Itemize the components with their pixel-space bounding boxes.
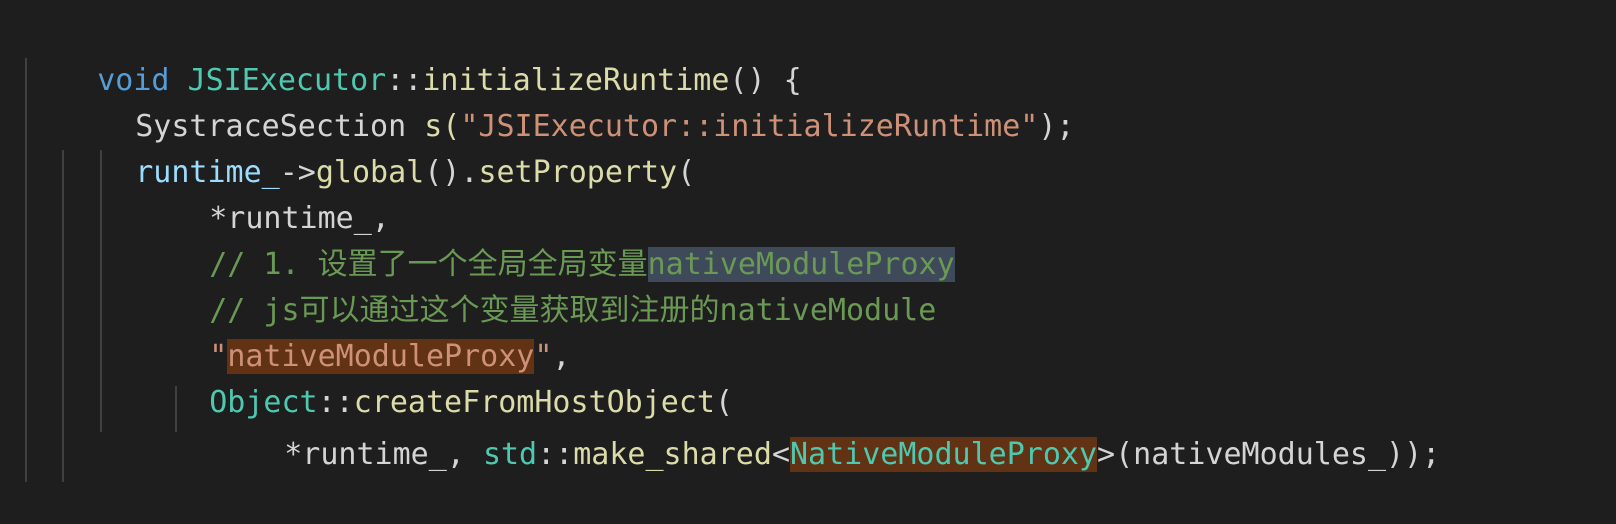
code-line-4[interactable]: *runtime_, [137,150,390,236]
scope-operator: :: [537,437,574,472]
code-line-9[interactable]: *runtime_, std::make_shared<NativeModule… [212,386,1440,472]
line-tail: ( [677,155,696,190]
function-make-shared: make_shared [573,437,772,472]
code-line-5[interactable]: // 1. 设置了一个全局全局变量nativeModuleProxy [137,196,955,282]
code-line-6[interactable]: // js可以通过这个变量获取到注册的nativeModule [137,242,936,328]
code-editor[interactable]: void JSIExecutor::initializeRuntime() { … [0,0,1616,482]
namespace-std: std [482,437,538,472]
code-line-8[interactable]: Object::createFromHostObject( [137,334,733,420]
code-line-1[interactable]: void JSIExecutor::initializeRuntime() { [25,12,801,98]
call-separator: (). [424,155,479,190]
code-line-3[interactable]: runtime_->global().setProperty( [63,104,695,190]
function-setproperty: setProperty [478,155,678,190]
code-line-2[interactable]: SystraceSection s("JSIExecutor::initiali… [63,58,1074,144]
line-tail: ); [1038,109,1075,144]
template-close: > [1097,437,1116,472]
template-open: < [771,437,790,472]
line-tail: (nativeModules_)); [1115,437,1441,472]
find-match-highlight-class: NativeModuleProxy [790,437,1098,472]
code-line-7[interactable]: "nativeModuleProxy", [137,288,570,374]
argument-runtime: *runtime_, [284,437,483,472]
